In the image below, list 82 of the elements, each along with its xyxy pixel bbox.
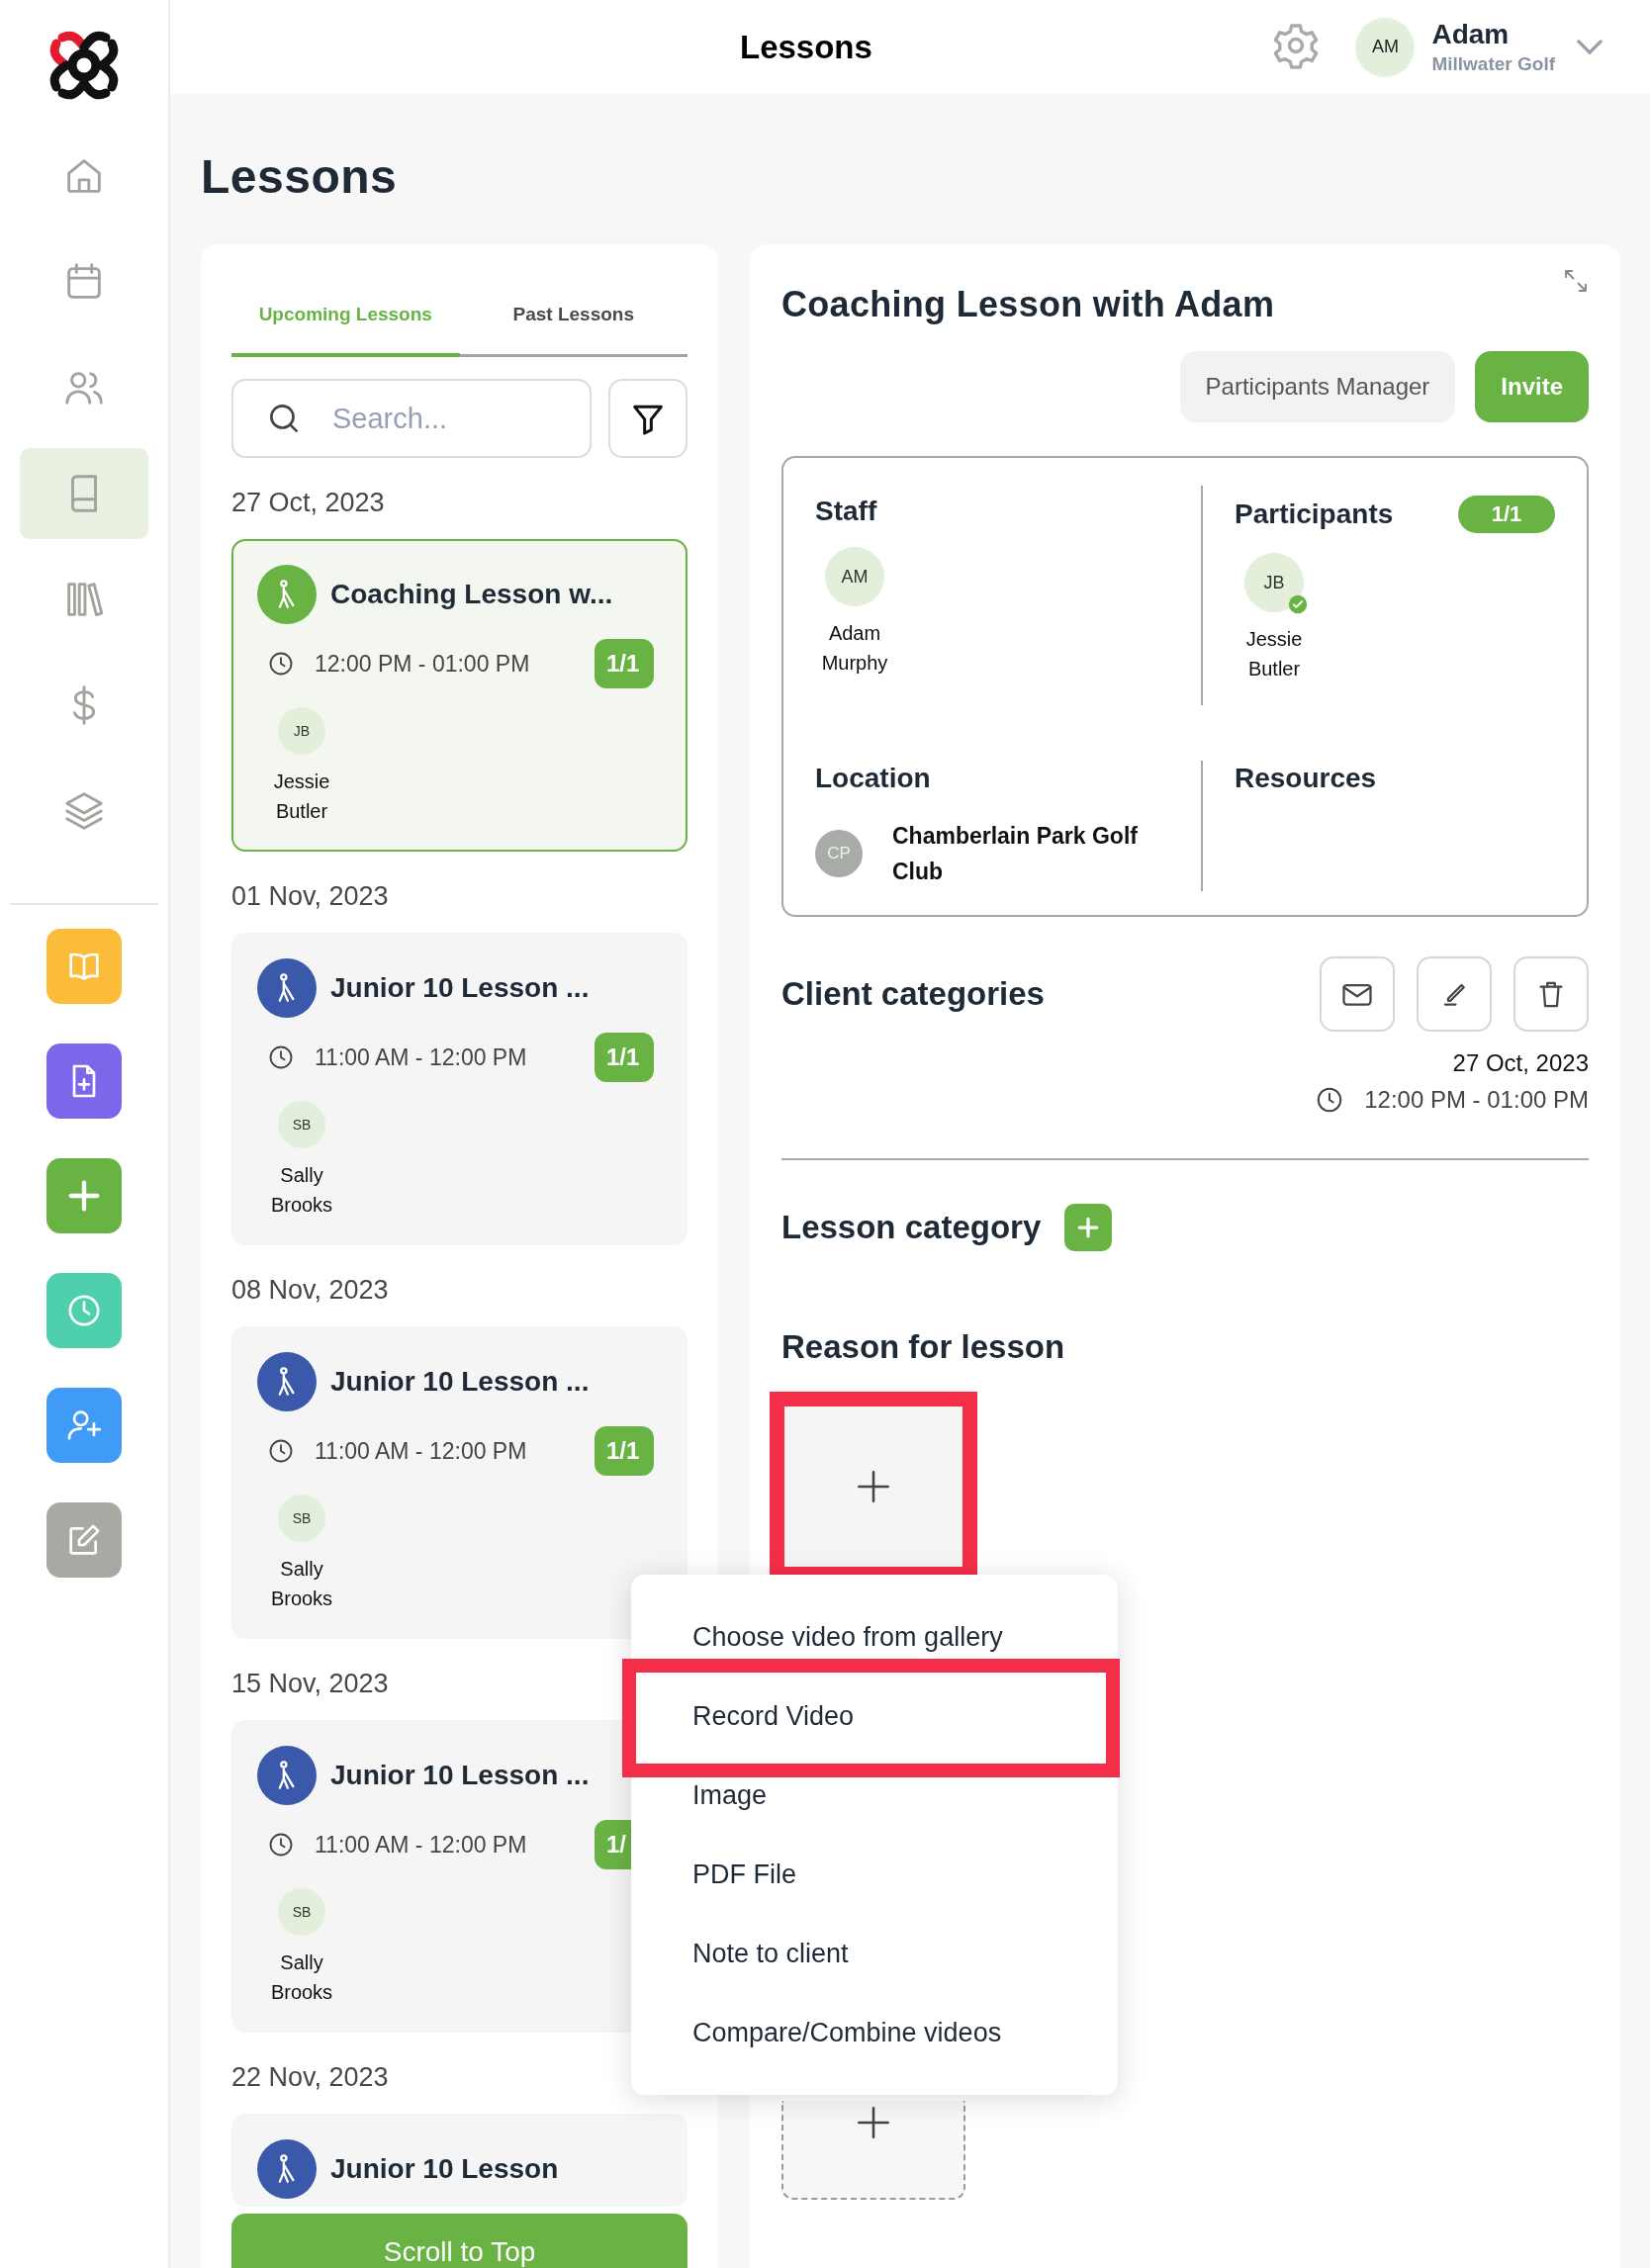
- menu-item[interactable]: Image: [692, 1779, 768, 1811]
- filter-button[interactable]: [608, 379, 688, 458]
- lesson-title: Junior 10 Lesson ...: [330, 1366, 590, 1398]
- page-header-title: Lessons: [740, 28, 873, 66]
- participant-count-badge: 1/1: [1458, 496, 1555, 533]
- menu-item[interactable]: Choose video from gallery: [692, 1621, 1003, 1653]
- clock-icon: [267, 1437, 295, 1465]
- avatar: AM: [825, 547, 884, 606]
- search-field[interactable]: Search...: [231, 379, 592, 458]
- person-name: Adam Murphy: [820, 621, 889, 676]
- golfer-icon: [257, 565, 317, 624]
- quick-action-button[interactable]: [46, 1158, 122, 1233]
- section-label: Participants: [1235, 499, 1394, 530]
- lesson-time: 11:00 AM - 12:00 PM: [315, 1831, 528, 1859]
- quick-action-button[interactable]: [46, 1273, 122, 1348]
- golfer-icon: [257, 1352, 317, 1411]
- location-name: Chamberlain Park Golf Club: [892, 822, 1139, 886]
- avatar: SB: [278, 1101, 325, 1148]
- lesson-date: 27 Oct, 2023: [1452, 1049, 1589, 1077]
- add-attachment-button[interactable]: [781, 2101, 965, 2200]
- date-heading: 15 Nov, 2023: [231, 1668, 390, 1700]
- section-label: Location: [815, 763, 931, 793]
- user-avatar: AM: [1355, 17, 1416, 77]
- avatar: JB: [278, 707, 325, 755]
- section-label: Staff: [815, 496, 877, 527]
- add-category-button[interactable]: [1064, 1204, 1113, 1251]
- section-heading: Reason for lesson: [781, 1328, 1066, 1366]
- golfer-icon: [257, 2139, 317, 2199]
- date-heading: 08 Nov, 2023: [231, 1274, 390, 1307]
- menu-item[interactable]: Note to client: [692, 1938, 849, 1969]
- participant-name: Sally Brooks: [269, 1950, 334, 2005]
- tab[interactable]: Past Lessons: [459, 284, 688, 357]
- participant-count-badge: 1/1: [595, 1033, 654, 1082]
- check-icon: [1288, 594, 1308, 614]
- lesson-title: Coaching Lesson w...: [330, 579, 613, 610]
- lesson-title: Junior 10 Lesson ...: [330, 972, 590, 1004]
- lesson-title: Coaching Lesson with Adam: [781, 284, 1275, 325]
- participant-name: Jessie Butler: [272, 770, 331, 824]
- clock-icon: [267, 1831, 295, 1859]
- person-name: Jessie Butler: [1244, 627, 1304, 681]
- nav-item[interactable]: [20, 448, 148, 539]
- quick-action-button[interactable]: [46, 1043, 122, 1119]
- lesson-time: 11:00 AM - 12:00 PM: [315, 1437, 528, 1465]
- date-heading: 27 Oct, 2023: [231, 487, 386, 519]
- participants-manager-button[interactable]: Participants Manager: [1179, 351, 1456, 422]
- delete-button[interactable]: [1513, 956, 1589, 1032]
- menu-item[interactable]: Record Video: [692, 1700, 855, 1732]
- avatar: SB: [278, 1888, 325, 1936]
- clock-icon: [267, 650, 295, 678]
- avatar: SB: [278, 1495, 325, 1542]
- participant-name: Sally Brooks: [269, 1557, 334, 1611]
- lesson-card[interactable]: Junior 10 Lesson ... 11:00 AM - 12:00 PM 1/1 SB Sally Brooks: [231, 933, 688, 1245]
- lesson-card[interactable]: Coaching Lesson w... 12:00 PM - 01:00 PM 1/1 JB Jessie Butler: [231, 539, 688, 852]
- location-avatar: CP: [815, 830, 863, 877]
- section-label: Resources: [1235, 763, 1377, 793]
- chevron-down-icon[interactable]: [1577, 40, 1603, 54]
- user-name: Adam: [1431, 17, 1511, 51]
- menu-item[interactable]: Compare/Combine videos: [692, 2017, 1002, 2048]
- section-heading: Lesson category: [781, 1209, 1042, 1246]
- lesson-title: Junior 10 Lesson: [330, 2153, 559, 2185]
- golfer-icon: [257, 958, 317, 1018]
- menu-item[interactable]: PDF File: [692, 1859, 796, 1890]
- participant-count-badge: 1/1: [595, 639, 654, 688]
- date-heading: 01 Nov, 2023: [231, 880, 390, 913]
- clock-icon: [267, 1043, 295, 1071]
- quick-action-button[interactable]: [46, 1388, 122, 1463]
- page-title: Lessons: [201, 149, 399, 205]
- date-heading: 22 Nov, 2023: [231, 2061, 390, 2094]
- organization-name: Millwater Golf: [1431, 51, 1555, 76]
- lesson-time: 11:00 AM - 12:00 PM: [315, 1043, 528, 1071]
- participant-name: Sally Brooks: [269, 1163, 334, 1218]
- lesson-time: 12:00 PM - 01:00 PM: [315, 650, 531, 678]
- quick-action-button[interactable]: [46, 1502, 122, 1578]
- lesson-time: 12:00 PM - 01:00 PM: [1364, 1086, 1589, 1114]
- section-heading: Client categories: [781, 975, 1046, 1013]
- golfer-icon: [257, 1746, 317, 1805]
- edit-button[interactable]: [1417, 956, 1492, 1032]
- email-button[interactable]: [1320, 956, 1395, 1032]
- lesson-card[interactable]: Junior 10 Lesson: [231, 2114, 688, 2207]
- lesson-card[interactable]: Junior 10 Lesson ... 11:00 AM - 12:00 PM 1/1 SB Sally Brooks: [231, 1326, 688, 1639]
- participant-count-badge: 1/1: [595, 1426, 654, 1476]
- lesson-title: Junior 10 Lesson ...: [330, 1760, 590, 1791]
